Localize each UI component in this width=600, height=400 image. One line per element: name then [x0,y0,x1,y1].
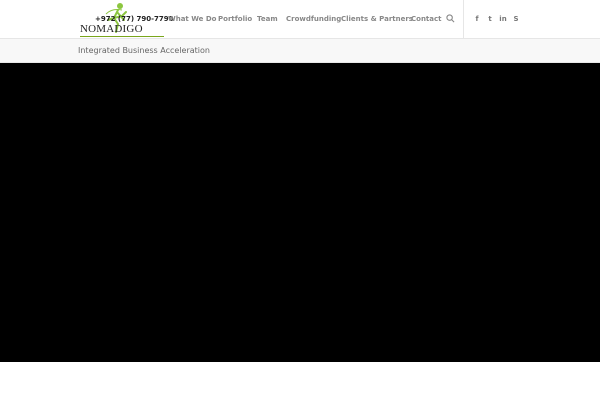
header-divider [463,0,464,38]
linkedin-icon[interactable]: in [498,13,508,25]
video-player[interactable] [0,63,600,362]
page-content-area [0,362,600,400]
nav-what-we-do[interactable]: What We Do [168,13,217,25]
nav-portfolio[interactable]: Portfolio [218,13,252,25]
nav-crowdfunding[interactable]: Crowdfunding [286,13,341,25]
nav-contact[interactable]: Contact [411,13,442,25]
twitter-icon[interactable]: t [485,13,495,25]
facebook-icon[interactable]: f [472,13,482,25]
logo-underline [80,36,164,37]
nav-team[interactable]: Team [257,13,278,25]
phone-number[interactable]: +972 (77) 790-7790 [95,13,174,25]
site-header: NOMADIGO +972 (77) 790-7790 What We Do P… [0,0,600,39]
search-icon[interactable] [446,14,455,23]
tagline: Integrated Business Acceleration [78,46,210,55]
nav-clients-partners[interactable]: Clients & Partners [341,13,413,25]
subheader-bar: Integrated Business Acceleration [0,39,600,63]
skype-icon[interactable]: S [511,13,521,25]
